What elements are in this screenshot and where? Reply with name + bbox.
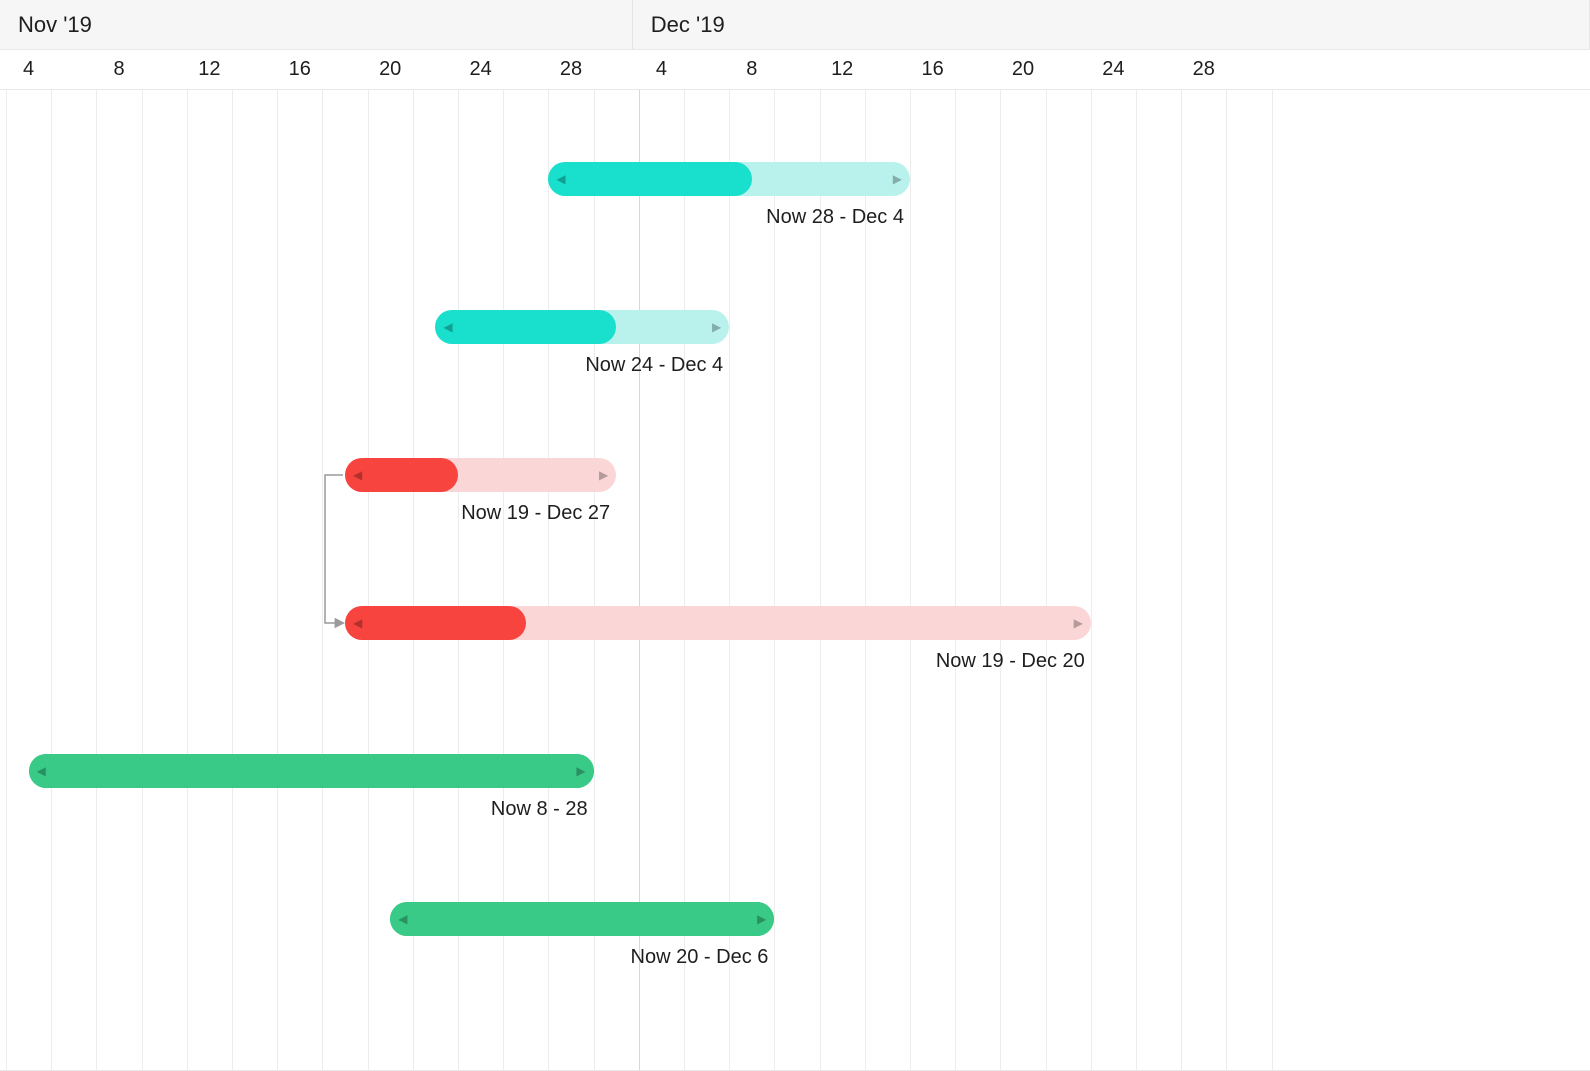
task-date-label: Now 19 - Dec 27 xyxy=(461,502,610,525)
day-tick: 12 xyxy=(198,58,220,81)
resize-handle-right-icon[interactable]: ▶ xyxy=(576,764,585,778)
day-tick: 24 xyxy=(469,58,491,81)
resize-handle-left-icon[interactable]: ◀ xyxy=(443,320,452,334)
day-tick: 4 xyxy=(23,58,34,81)
task-bar-progress xyxy=(390,902,774,936)
resize-handle-left-icon[interactable]: ◀ xyxy=(398,912,407,926)
day-tick: 16 xyxy=(921,58,943,81)
resize-handle-right-icon[interactable]: ▶ xyxy=(599,468,608,482)
task-bar[interactable]: ◀▶ xyxy=(548,162,910,196)
task-bar[interactable]: ◀▶ xyxy=(435,310,729,344)
month-label: Dec '19 xyxy=(651,12,725,37)
resize-handle-left-icon[interactable]: ◀ xyxy=(37,764,46,778)
task-bar[interactable]: ◀▶ xyxy=(29,754,594,788)
resize-handle-right-icon[interactable]: ▶ xyxy=(712,320,721,334)
task-row: ◀▶Now 20 - Dec 6 xyxy=(0,902,1590,940)
task-bar[interactable]: ◀▶ xyxy=(345,606,1091,640)
resize-handle-right-icon[interactable]: ▶ xyxy=(893,172,902,186)
resize-handle-right-icon[interactable]: ▶ xyxy=(757,912,766,926)
day-tick: 28 xyxy=(560,58,582,81)
task-bar[interactable]: ◀▶ xyxy=(390,902,774,936)
task-row: ◀▶Now 24 - Dec 4 xyxy=(0,310,1590,348)
task-row: ◀▶Now 19 - Dec 20 xyxy=(0,606,1590,644)
task-bar-progress xyxy=(435,310,616,344)
day-tick: 20 xyxy=(1012,58,1034,81)
task-row: ◀▶Now 8 - 28 xyxy=(0,754,1590,792)
task-bar-progress xyxy=(345,606,526,640)
day-tick: 24 xyxy=(1102,58,1124,81)
day-tick: 28 xyxy=(1193,58,1215,81)
day-tick: 8 xyxy=(746,58,757,81)
task-bar-progress xyxy=(29,754,594,788)
day-tick: 12 xyxy=(831,58,853,81)
task-bar-progress xyxy=(548,162,751,196)
task-row: ◀▶Now 28 - Dec 4 xyxy=(0,162,1590,200)
month-header: Nov '19 Dec '19 xyxy=(0,0,1590,50)
month-cell-dec: Dec '19 xyxy=(633,0,1590,49)
resize-handle-left-icon[interactable]: ◀ xyxy=(353,616,362,630)
task-row: ◀▶Now 19 - Dec 27 xyxy=(0,458,1590,496)
month-cell-nov: Nov '19 xyxy=(0,0,633,49)
task-date-label: Now 20 - Dec 6 xyxy=(631,946,769,969)
task-date-label: Now 28 - Dec 4 xyxy=(766,206,904,229)
day-header: 4 8 12 16 20 24 28 4 8 12 16 20 24 28 xyxy=(0,50,1590,90)
task-bar[interactable]: ◀▶ xyxy=(345,458,616,492)
resize-handle-left-icon[interactable]: ◀ xyxy=(556,172,565,186)
month-label: Nov '19 xyxy=(18,12,92,37)
resize-handle-right-icon[interactable]: ▶ xyxy=(1074,616,1083,630)
task-rows[interactable]: ◀▶Now 28 - Dec 4◀▶Now 24 - Dec 4◀▶Now 19… xyxy=(0,90,1590,1070)
task-date-label: Now 8 - 28 xyxy=(491,798,588,821)
gantt-chart[interactable]: Nov '19 Dec '19 4 8 12 16 20 24 28 4 8 12 16 20 24 28… xyxy=(0,0,1590,1071)
day-tick: 20 xyxy=(379,58,401,81)
task-date-label: Now 19 - Dec 20 xyxy=(936,650,1085,673)
task-date-label: Now 24 - Dec 4 xyxy=(585,354,723,377)
day-tick: 16 xyxy=(289,58,311,81)
day-tick: 8 xyxy=(113,58,124,81)
resize-handle-left-icon[interactable]: ◀ xyxy=(353,468,362,482)
day-tick: 4 xyxy=(656,58,667,81)
